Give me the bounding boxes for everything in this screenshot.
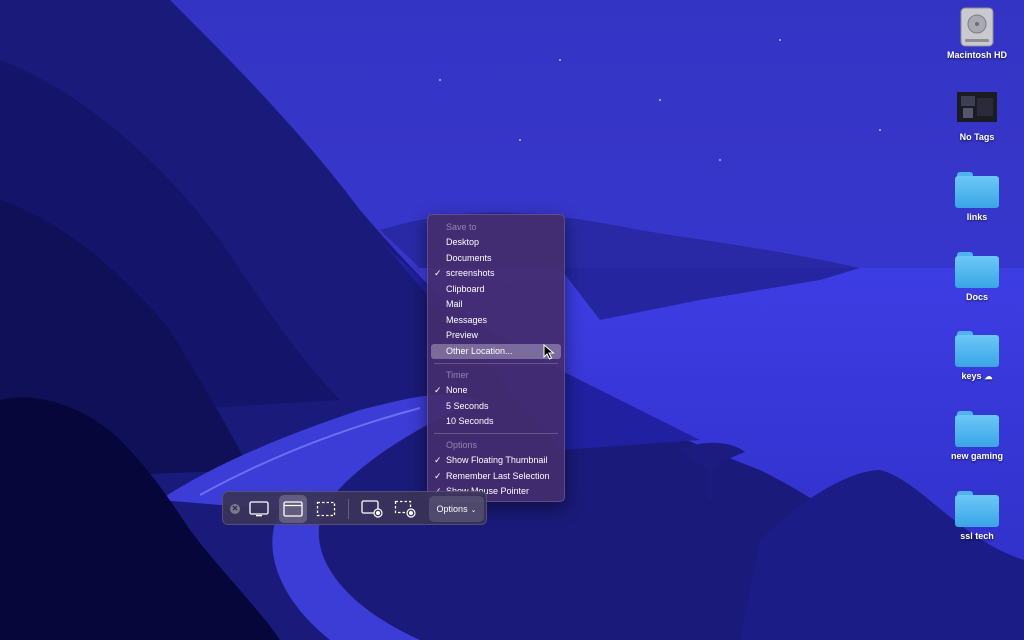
menu-item-remember-last-selection[interactable]: ✓ Remember Last Selection — [431, 469, 561, 484]
folder-icon — [955, 411, 999, 447]
capture-entire-screen-button[interactable] — [245, 495, 273, 523]
desktop-icon-ssl-tech[interactable]: ssl tech — [937, 487, 1017, 541]
record-entire-screen-button[interactable] — [358, 495, 386, 523]
star — [519, 139, 521, 141]
screen-icon — [249, 501, 269, 517]
desktop-icon-links[interactable]: links — [937, 168, 1017, 222]
desktop: Macintosh HD No Tags links Docs keys ☁ ne… — [0, 0, 1024, 640]
capture-selected-portion-button[interactable] — [312, 495, 340, 523]
menu-item-timer-10-seconds[interactable]: 10 Seconds — [431, 414, 561, 429]
capture-selected-window-button[interactable] — [279, 495, 307, 523]
folder-icon — [955, 172, 999, 208]
chevron-down-icon: ⌄ — [470, 506, 477, 514]
menu-header-save-to: Save to — [446, 222, 477, 232]
desktop-icon-label: Docs — [965, 292, 988, 302]
menu-item-documents[interactable]: Documents — [431, 251, 561, 266]
menu-header-options: Options — [446, 440, 478, 450]
close-toolbar-button[interactable]: ✕ — [230, 504, 240, 514]
toolbar-divider — [348, 499, 349, 519]
menu-header-timer: Timer — [446, 370, 469, 380]
desktop-icon-no-tags[interactable]: No Tags — [937, 88, 1017, 142]
folder-icon — [955, 491, 999, 527]
menu-item-screenshots[interactable]: ✓ screenshots — [431, 266, 561, 281]
menu-separator — [434, 433, 558, 434]
screenshot-toolbar: ✕ Options ⌄ — [222, 491, 487, 525]
screen-record-icon — [361, 500, 383, 518]
star — [659, 99, 661, 101]
image-thumbnail-icon — [955, 88, 999, 128]
record-selected-portion-button[interactable] — [391, 495, 419, 523]
menu-item-clipboard[interactable]: Clipboard — [431, 282, 561, 297]
desktop-icon-macintosh-hd[interactable]: Macintosh HD — [937, 6, 1017, 60]
star — [439, 79, 441, 81]
menu-item-preview[interactable]: Preview — [431, 328, 561, 343]
menu-item-show-floating-thumbnail[interactable]: ✓ Show Floating Thumbnail — [431, 453, 561, 468]
desktop-icon-docs[interactable]: Docs — [937, 248, 1017, 302]
window-icon — [283, 501, 303, 517]
cloud-icon: ☁ — [984, 372, 993, 381]
options-label: Options — [436, 504, 468, 514]
star — [779, 39, 781, 41]
menu-item-other-location[interactable]: Other Location... — [431, 344, 561, 359]
menu-item-timer-none[interactable]: ✓ None — [431, 383, 561, 398]
checkmark-icon: ✓ — [434, 455, 442, 465]
menu-item-messages[interactable]: Messages — [431, 313, 561, 328]
desktop-icon-label: links — [966, 212, 988, 222]
desktop-icon-label: No Tags — [959, 132, 995, 142]
folder-icon — [955, 331, 999, 367]
folder-name: keys — [961, 371, 982, 381]
checkmark-icon: ✓ — [434, 268, 442, 278]
star — [559, 59, 561, 61]
checkmark-icon: ✓ — [434, 471, 442, 481]
star — [879, 129, 881, 131]
portion-record-icon — [394, 500, 416, 518]
menu-item-mail[interactable]: Mail — [431, 297, 561, 312]
desktop-icon-label: new gaming — [950, 451, 1003, 461]
menu-item-timer-5-seconds[interactable]: 5 Seconds — [431, 399, 561, 414]
mouse-pointer-icon — [543, 344, 555, 360]
dashed-rect-icon — [316, 501, 336, 517]
options-button[interactable]: Options ⌄ — [429, 496, 484, 522]
checkmark-icon: ✓ — [434, 385, 442, 395]
menu-separator — [434, 363, 558, 364]
desktop-icon-keys[interactable]: keys ☁ — [937, 327, 1017, 381]
hard-drive-icon — [955, 6, 999, 47]
desktop-icon-label: Macintosh HD — [946, 50, 1007, 60]
star — [719, 159, 721, 161]
desktop-icon-label: keys ☁ — [961, 371, 992, 381]
menu-item-desktop[interactable]: Desktop — [431, 235, 561, 250]
desktop-icon-new-gaming[interactable]: new gaming — [937, 407, 1017, 461]
folder-icon — [955, 252, 999, 288]
desktop-icon-label: ssl tech — [960, 531, 994, 541]
